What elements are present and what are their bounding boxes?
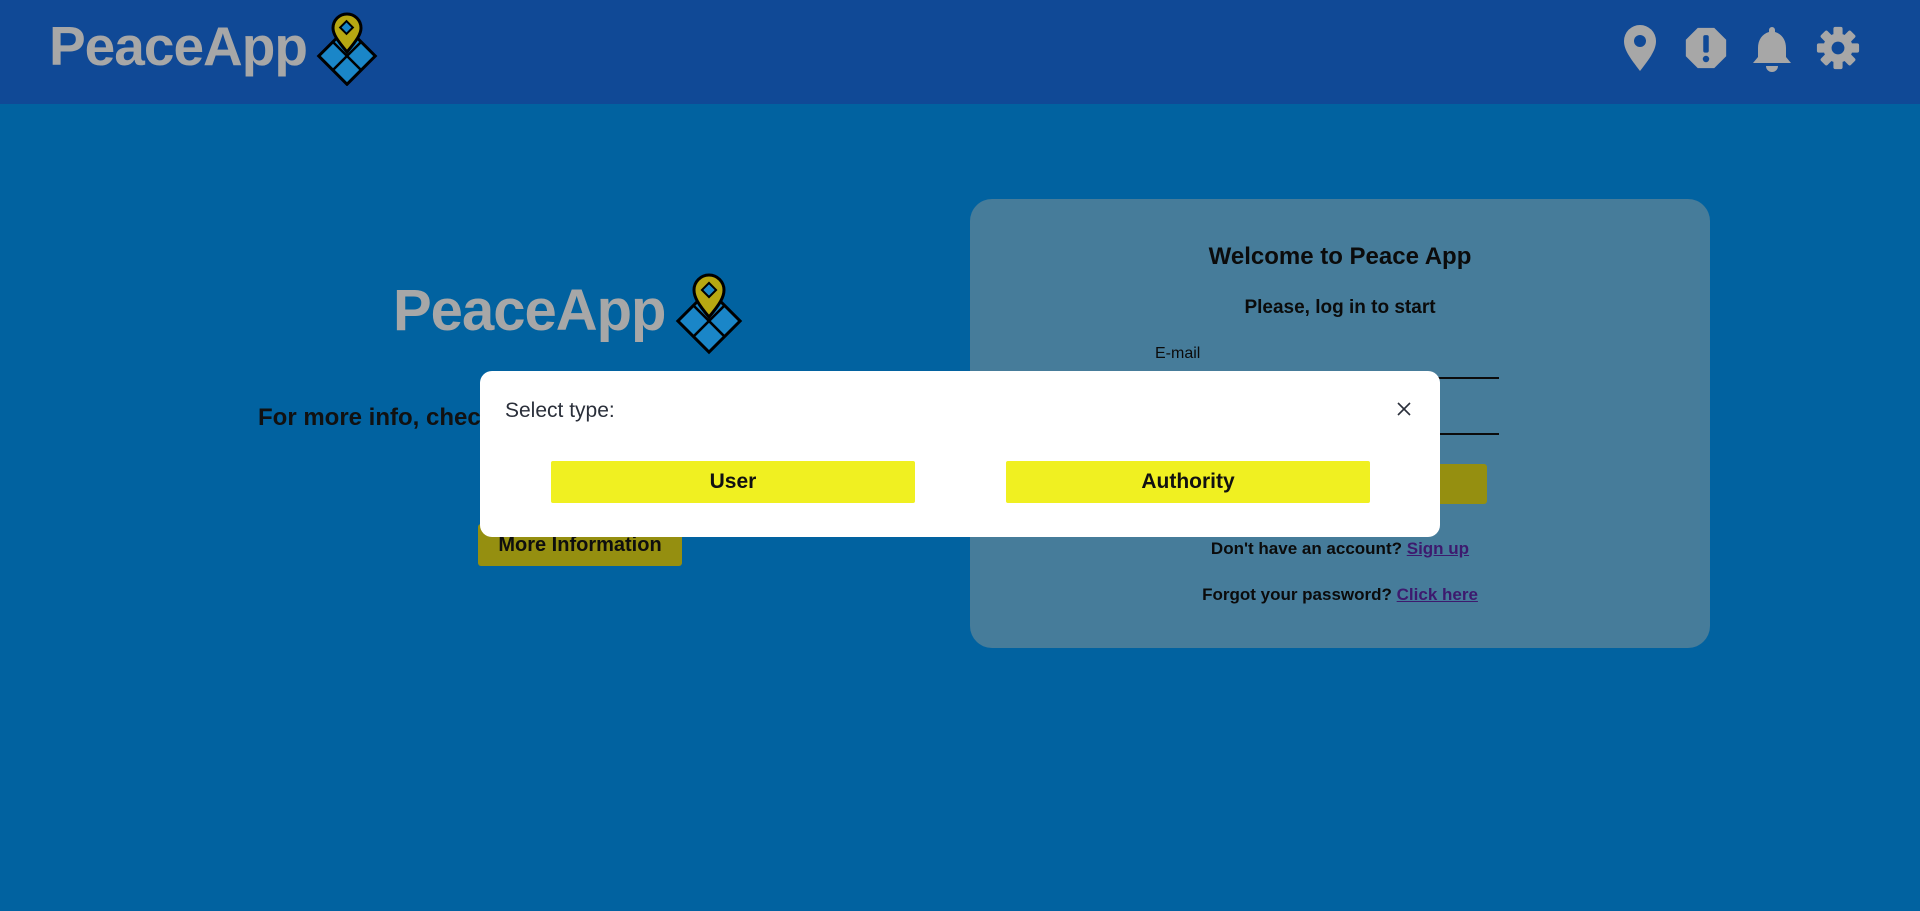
- select-type-dialog: Select type: User Authority: [480, 371, 1440, 537]
- dialog-title: Select type:: [505, 399, 615, 422]
- authority-type-button[interactable]: Authority: [1006, 461, 1370, 503]
- user-type-button[interactable]: User: [551, 461, 915, 503]
- close-icon[interactable]: [1390, 395, 1418, 423]
- modal-overlay[interactable]: Select type: User Authority: [0, 0, 1920, 911]
